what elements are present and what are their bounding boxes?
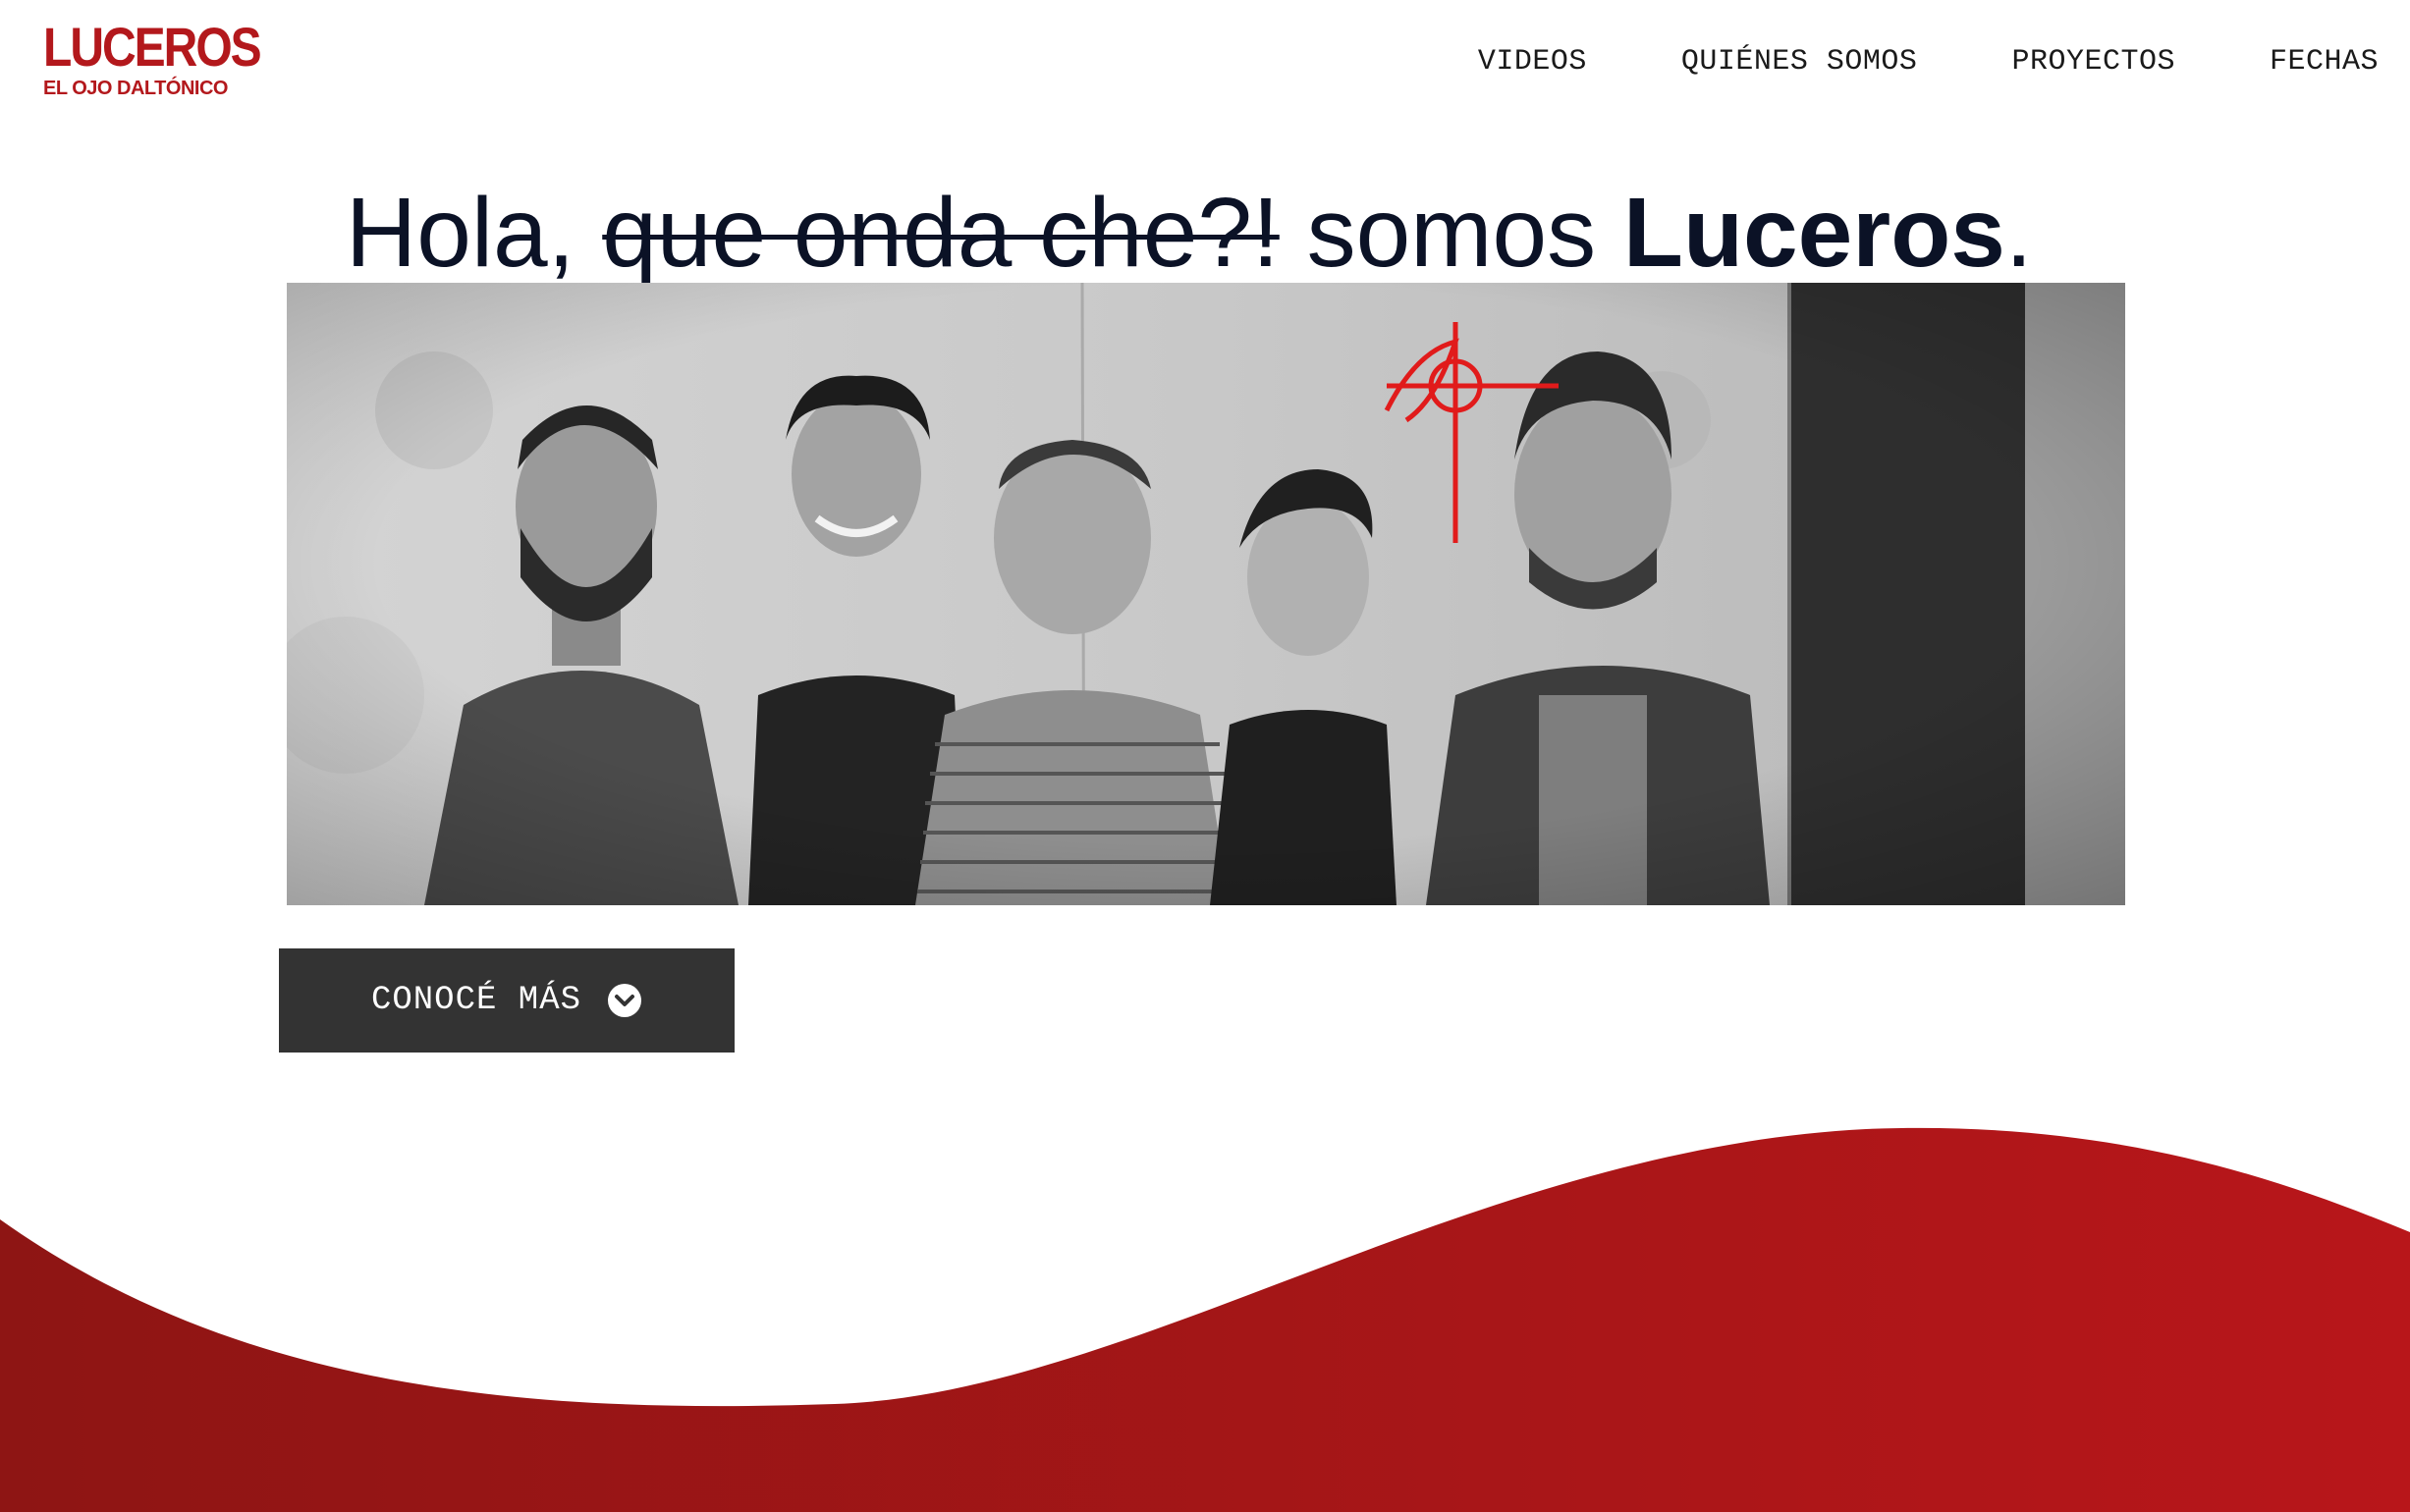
- headline-greeting: Hola,: [346, 178, 575, 288]
- headline-struck-text: que onda che?!: [602, 178, 1280, 288]
- main-nav: VIDEOS QUIÉNES SOMOS PROYECTOS FECHAS: [1478, 45, 2379, 79]
- logo-subtitle: EL OJO DALTÓNICO: [43, 78, 228, 99]
- learn-more-button[interactable]: CONOCÉ MÁS: [279, 948, 735, 1053]
- chevron-down-circle-icon: [608, 984, 642, 1017]
- nav-item-fechas[interactable]: FECHAS: [2270, 45, 2379, 79]
- wave-shape: [0, 1127, 2410, 1512]
- page-headline: Hola, que onda che?! somos Luceros.: [346, 179, 2033, 287]
- headline-end: .: [2004, 178, 2033, 288]
- nav-item-quienes-somos[interactable]: QUIÉNES SOMOS: [1681, 45, 1918, 79]
- nav-item-proyectos[interactable]: PROYECTOS: [2011, 45, 2175, 79]
- decorative-wave: [0, 1080, 2410, 1512]
- logo-title: LUCEROS: [43, 18, 262, 79]
- headline-middle: somos: [1306, 178, 1597, 288]
- band-photo-illustration: [287, 283, 2125, 905]
- headline-band-name: Luceros: [1622, 178, 2005, 288]
- nav-item-videos[interactable]: VIDEOS: [1478, 45, 1587, 79]
- logo[interactable]: LUCEROS EL OJO DALTÓNICO: [43, 18, 262, 99]
- learn-more-label: CONOCÉ MÁS: [370, 982, 582, 1019]
- band-photo: [287, 283, 2125, 905]
